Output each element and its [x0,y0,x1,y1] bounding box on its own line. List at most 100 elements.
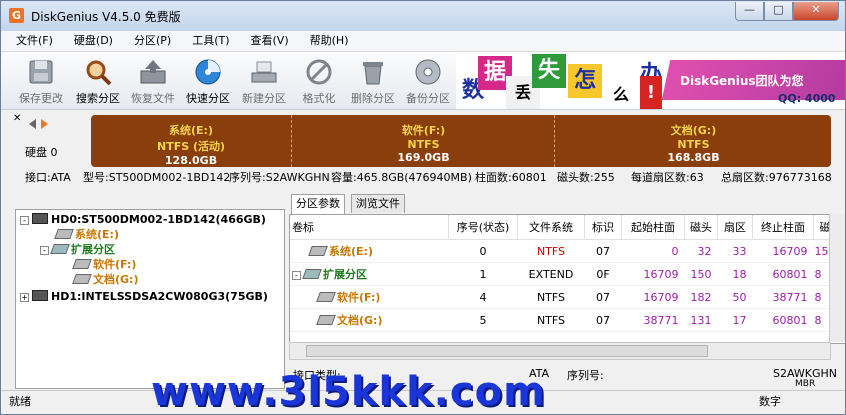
app-logo-icon: G [9,8,24,23]
col-header[interactable]: 卷标 [290,215,449,240]
vertical-scrollbar[interactable] [829,214,845,342]
cell-index: 4 [448,285,518,309]
save-button[interactable]: 保存更改 [15,54,67,106]
format-label: 格式化 [302,92,336,105]
menu-disk[interactable]: 硬盘(D) [59,31,119,51]
cell-start-cyl: 16709 [621,262,685,286]
table-row[interactable]: 系统(E:) 0 NTFS 07 0 32 33 16709 15 [290,239,837,263]
quick-partition-label: 快速分区 [186,92,230,105]
backup-partition-button[interactable]: 备份分区 [402,54,454,106]
tree-item-system[interactable]: 系统(E:) [54,227,119,243]
search-partition-icon [83,57,113,87]
scrollbar-thumb[interactable] [306,345,708,357]
delete-partition-icon [358,57,388,87]
cell-head: 150 [684,262,718,286]
info-cylinders: 柱面数:60801 [475,171,547,184]
close-icon[interactable]: ✕ [13,113,21,124]
tree-item-extended[interactable]: - 扩展分区 [40,242,115,258]
info-model: 型号:ST500DM002-1BD142 [83,171,231,184]
delete-partition-button[interactable]: 删除分区 [347,54,399,106]
maximize-button[interactable]: □ [764,2,793,21]
volume-icon [72,274,92,284]
tree-item-label: 软件(F:) [93,258,137,271]
restore-file-icon [138,57,168,87]
col-header[interactable]: 序号(状态) [448,215,518,240]
banner-tile: 么 [604,78,638,109]
detail-extra-value: MBR [795,379,816,389]
partition-name: 软件(F:) [401,124,446,137]
menu-file[interactable]: 文件(F) [1,31,59,51]
status-numlock: 数字 [759,395,781,408]
collapse-icon[interactable]: - [20,216,29,225]
cell-sector: 18 [717,262,753,286]
menu-help[interactable]: 帮助(H) [295,31,355,51]
volume-icon [72,259,92,269]
next-disk-icon[interactable] [41,119,48,129]
info-serial: 序列号:S2AWKGHN [229,171,330,184]
menu-partition[interactable]: 分区(P) [119,31,177,51]
tree-item-label: HD0:ST500DM002-1BD142(466GB) [51,213,266,226]
format-button[interactable]: 格式化 [293,54,345,106]
tree-item-hd0[interactable]: - HD0:ST500DM002-1BD142(466GB) [20,212,266,228]
col-header[interactable]: 文件系统 [517,215,585,240]
promo-banner[interactable]: 数 据 丢 失 怎 么 办 ! DiskGenius团队为您 QQ: 4000 [456,52,845,109]
close-button[interactable]: ✕ [793,2,839,21]
partition-size: 128.0GB [164,154,218,167]
cell-sector: 17 [717,308,753,332]
tree-item-label: 系统(E:) [75,228,119,241]
tree-item-hd1[interactable]: + HD1:INTELSSDSA2CW080G3(75GB) [20,289,268,305]
cell-start-cyl: 0 [621,239,685,263]
tab-browse-files[interactable]: 浏览文件 [351,194,405,213]
cell-start-cyl: 38771 [621,308,685,332]
hard-disk-icon [32,213,48,224]
horizontal-scrollbar[interactable] [289,342,831,360]
col-header[interactable]: 扇区 [717,215,753,240]
table-row[interactable]: 软件(F:) 4 NTFS 07 16709 182 50 38771 8 [290,285,837,309]
collapse-icon[interactable]: - [292,271,301,280]
menu-view[interactable]: 查看(V) [236,31,295,51]
cell-fs: NTFS [517,239,585,263]
detail-serial-label: 序列号: [567,369,604,382]
col-header[interactable]: 起始柱面 [621,215,685,240]
info-capacity: 容量:465.8GB(476940MB) [331,171,472,184]
menu-tools[interactable]: 工具(T) [177,31,235,51]
info-sectors-per-track: 每道扇区数:63 [631,171,704,184]
tree-item-software[interactable]: 软件(F:) [72,257,137,273]
col-header[interactable]: 终止柱面 [752,215,814,240]
restore-file-button[interactable]: 恢复文件 [127,54,179,106]
partition-segment-g[interactable]: 文档(G:) NTFS 168.8GB [554,115,831,167]
partition-bar: 系统(E:) NTFS (活动) 128.0GB 软件(F:) NTFS 169… [91,115,831,167]
banner-tile: 怎 [568,64,602,98]
search-partition-label: 搜索分区 [76,92,120,105]
backup-partition-icon [413,57,443,87]
cell-end-cyl: 38771 [752,285,814,309]
quick-partition-icon [193,57,223,87]
menu-bar: 文件(F) 硬盘(D) 分区(P) 工具(T) 查看(V) 帮助(H) [1,31,845,52]
table-row[interactable]: 文档(G:) 5 NTFS 07 38771 131 17 60801 8 [290,308,837,332]
col-header[interactable]: 标识 [584,215,622,240]
partition-fs: NTFS [407,138,440,151]
partition-segment-e[interactable]: 系统(E:) NTFS (活动) 128.0GB [91,115,291,167]
banner-brand-text: DiskGenius团队为您 [680,74,804,88]
title-bar: G DiskGenius V4.5.0 免费版 — □ ✕ [1,1,845,31]
collapse-icon[interactable]: - [40,246,49,255]
partition-segment-f[interactable]: 软件(F:) NTFS 169.0GB [291,115,555,167]
cell-head: 131 [684,308,718,332]
previous-disk-icon[interactable] [29,119,36,129]
search-partition-button[interactable]: 搜索分区 [72,54,124,106]
expand-icon[interactable]: + [20,293,29,302]
tab-partition-params[interactable]: 分区参数 [291,194,345,214]
new-partition-button[interactable]: 新建分区 [238,54,290,106]
status-text: 就绪 [9,395,31,408]
partition-size: 169.0GB [397,151,450,164]
partition-size: 168.8GB [667,151,720,164]
partition-fs: NTFS (活动) [156,140,226,153]
quick-partition-button[interactable]: 快速分区 [182,54,234,106]
tree-item-label: HD1:INTELSSDSA2CW080G3(75GB) [51,290,268,303]
table-row[interactable]: - 扩展分区 1 EXTEND 0F 16709 150 18 60801 8 [290,262,837,286]
banner-qq-text: QQ: 4000 [778,92,836,105]
tree-item-documents[interactable]: 文档(G:) [72,272,138,288]
minimize-button[interactable]: — [735,2,764,21]
cell-id: 0F [584,262,622,286]
col-header[interactable]: 磁头 [684,215,718,240]
